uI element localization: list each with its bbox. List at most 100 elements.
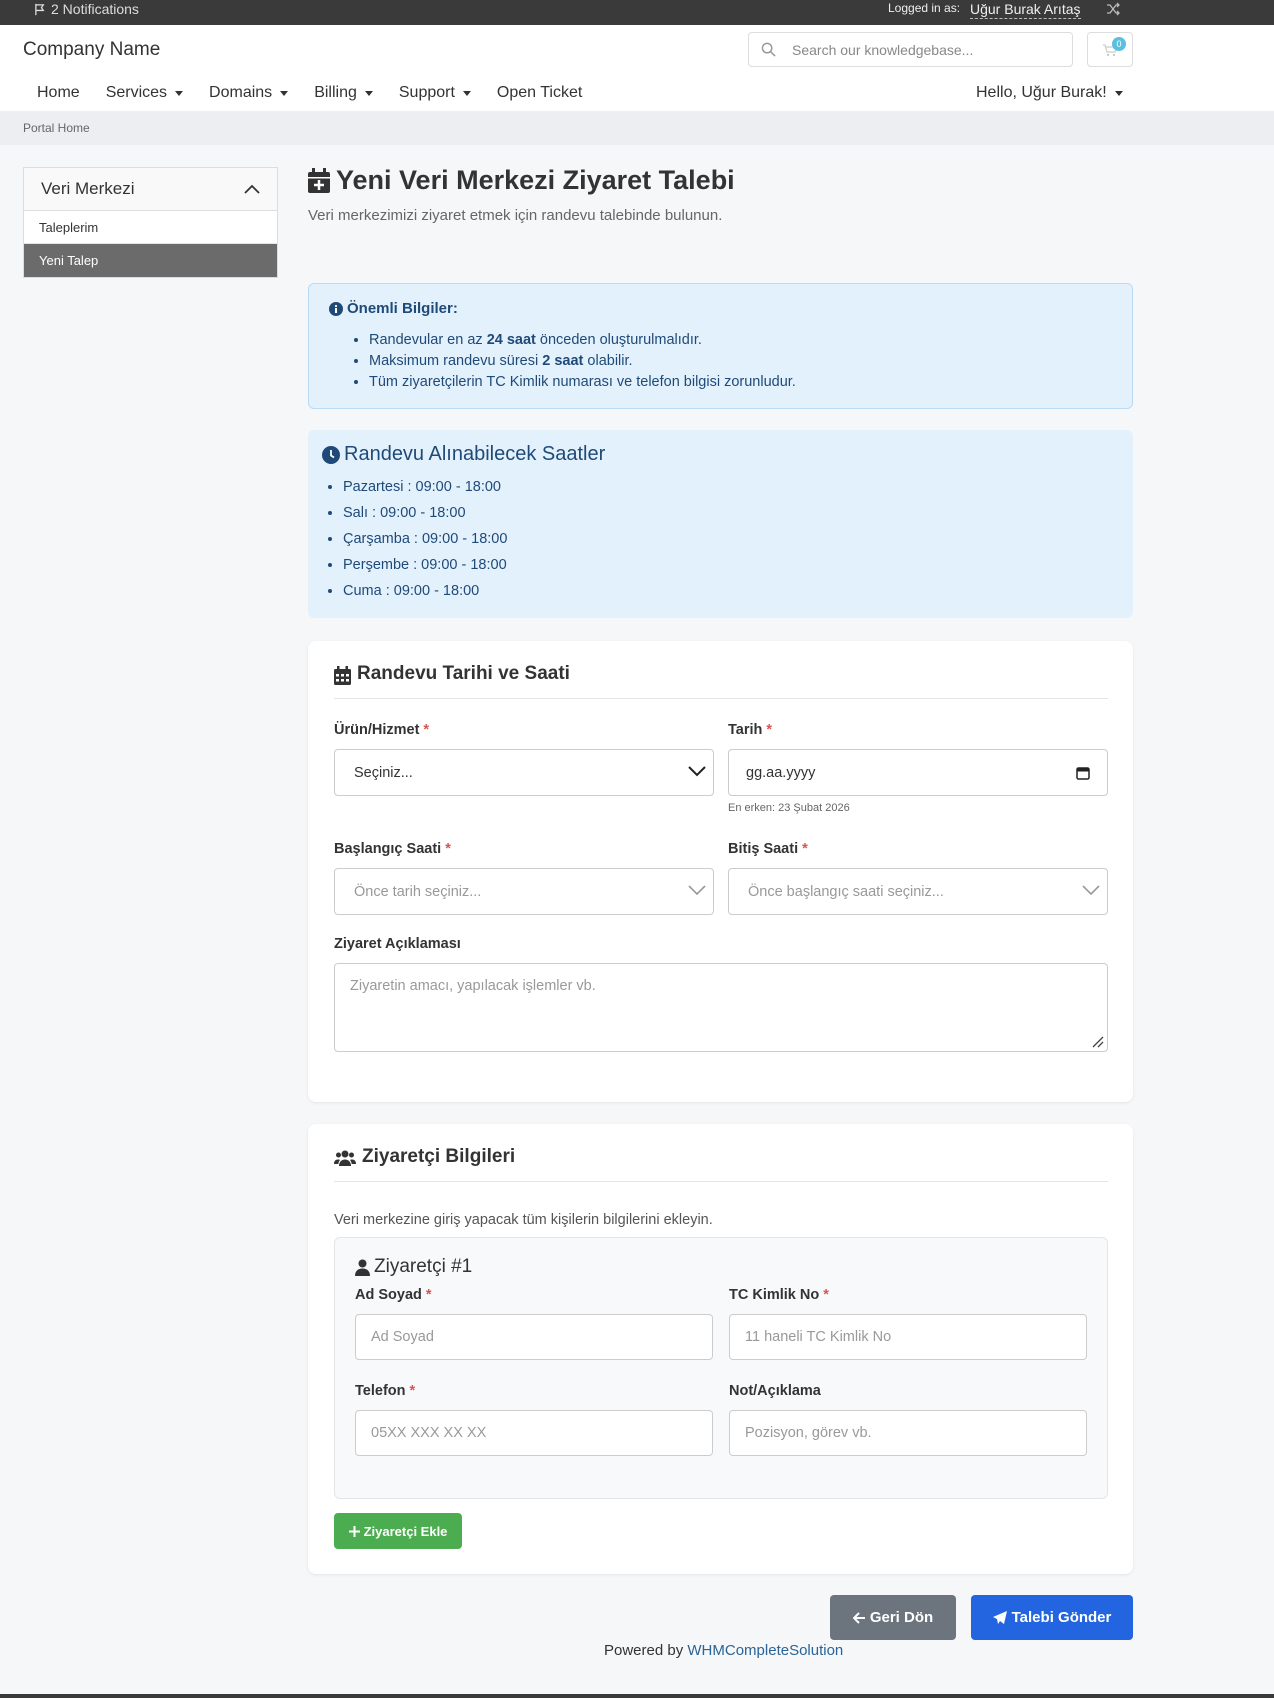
important-info-alert: Önemli Bilgiler: Randevular en az 24 saa… [308,283,1133,409]
visit-description-textarea[interactable]: Ziyaretin amacı, yapılacak işlemler vb. [334,963,1108,1052]
phone-label: Telefon * [355,1383,415,1399]
account-menu[interactable]: Hello, Uğur Burak! [976,81,1123,105]
start-time-label: Başlangıç Saati * [334,841,451,857]
add-visitor-button[interactable]: Ziyaretçi Ekle [334,1513,462,1549]
calendar-picker-icon[interactable] [1076,766,1090,780]
arrow-left-icon [852,1611,865,1624]
brand-logo[interactable]: Company Name [23,39,160,61]
name-input[interactable]: Ad Soyad [355,1314,713,1360]
whmcs-link[interactable]: WHMCompleteSolution [687,1642,843,1659]
return-to-admin-icon[interactable] [1106,2,1120,19]
hours-item: Perşembe : 09:00 - 18:00 [343,552,507,578]
nav-home[interactable]: Home [24,81,93,105]
powered-by-text: Powered by [604,1642,684,1659]
info-text: olabilir. [583,353,633,369]
search-icon[interactable] [761,42,776,57]
start-time-placeholder: Önce tarih seçiniz... [354,883,482,900]
search-input[interactable] [792,41,1052,58]
visitor-title-text: Ziyaretçi #1 [374,1256,473,1277]
tc-input[interactable]: 11 haneli TC Kimlik No [729,1314,1087,1360]
note-placeholder: Pozisyon, görev vb. [745,1425,872,1441]
tc-placeholder: 11 haneli TC Kimlik No [745,1329,892,1345]
visitor-block: Ziyaretçi #1 Ad Soyad * Ad Soyad TC Kimli… [334,1237,1108,1499]
chevron-down-icon [688,766,706,777]
nav-label: Support [398,84,455,101]
required-mark: * [425,1287,432,1303]
sidebar-header[interactable]: Veri Merkezi [24,168,277,211]
available-hours-title: Randevu Alınabilecek Saatler [322,443,605,466]
page-title: Yeni Veri Merkezi Ziyaret Talebi [308,165,735,196]
date-label-text: Tarih [728,722,763,738]
sidebar-item-taleplerim[interactable]: Taleplerim [24,211,277,244]
end-time-label: Bitiş Saati * [728,841,808,857]
info-text: Randevular en az [369,332,487,348]
nav-open-ticket[interactable]: Open Ticket [484,81,595,105]
nav-billing[interactable]: Billing [301,81,386,105]
phone-placeholder: 05XX XXX XX XX [371,1425,487,1441]
date-input-value: gg.aa.yyyy [746,764,816,781]
visitors-intro: Veri merkezine giriş yapacak tüm kişiler… [334,1212,713,1228]
end-time-select[interactable]: Önce başlangıç saati seçiniz... [728,868,1108,915]
date-hint: En erken: 23 Şubat 2026 [728,802,850,814]
note-input[interactable]: Pozisyon, görev vb. [729,1410,1087,1456]
important-info-list: Randevular en az 24 saat önceden oluştur… [369,330,796,393]
available-hours-panel: Randevu Alınabilecek Saatler Pazartesi :… [308,430,1133,618]
page-title-text: Yeni Veri Merkezi Ziyaret Talebi [336,165,735,195]
required-mark: * [766,722,773,738]
sidebar-item-yeni-talep[interactable]: Yeni Talep [24,244,277,277]
breadcrumb-portal-home[interactable]: Portal Home [23,121,90,135]
back-button[interactable]: Geri Dön [830,1595,956,1640]
info-circle-icon [329,301,343,316]
hours-item: Çarşamba : 09:00 - 18:00 [343,526,507,552]
info-text: önceden oluşturulmalıdır. [535,332,702,348]
available-hours-list: Pazartesi : 09:00 - 18:00 Salı : 09:00 -… [343,474,507,604]
caret-down-icon [175,90,184,96]
phone-input[interactable]: 05XX XXX XX XX [355,1410,713,1456]
name-placeholder: Ad Soyad [371,1329,434,1345]
nav-label: Home [37,84,80,101]
important-info-title-text: Önemli Bilgiler: [347,300,458,317]
info-item: Randevular en az 24 saat önceden oluştur… [369,330,796,351]
start-time-select[interactable]: Önce tarih seçiniz... [334,868,714,915]
logged-in-user[interactable]: Uğur Burak Arıtaş [970,0,1081,19]
hours-item: Cuma : 09:00 - 18:00 [343,578,507,604]
top-bar: 2 Notifications Logged in as: Uğur Burak… [0,0,1274,25]
required-mark: * [423,722,430,738]
user-icon [355,1259,370,1276]
bottom-strip [0,1694,1274,1698]
notifications-link[interactable]: 2 Notifications [34,0,139,18]
sidebar-title: Veri Merkezi [41,179,135,198]
info-bold: 2 saat [542,353,584,369]
info-item: Tüm ziyaretçilerin TC Kimlik numarası ve… [369,372,796,393]
hours-item: Salı : 09:00 - 18:00 [343,500,507,526]
end-time-placeholder: Önce başlangıç saati seçiniz... [748,883,944,900]
submit-request-button[interactable]: Talebi Gönder [971,1595,1133,1640]
account-greeting: Hello, Uğur Burak! [976,84,1107,101]
hours-item: Pazartesi : 09:00 - 18:00 [343,474,507,500]
resize-handle-icon[interactable] [1090,1034,1104,1048]
product-select-value: Seçiniz... [354,764,413,781]
chevron-down-icon [1082,885,1100,896]
available-hours-title-text: Randevu Alınabilecek Saatler [344,443,606,465]
logged-in-label: Logged in as: [888,1,961,15]
caret-down-icon [280,90,289,96]
visitors-title-text: Ziyaretçi Bilgileri [362,1146,516,1167]
phone-label-text: Telefon [355,1383,406,1399]
visit-description-placeholder: Ziyaretin amacı, yapılacak işlemler vb. [350,978,596,994]
nav-label: Domains [209,84,273,101]
visitor-title: Ziyaretçi #1 [355,1256,472,1278]
required-mark: * [802,841,808,857]
date-input[interactable]: gg.aa.yyyy [728,749,1108,796]
nav-support[interactable]: Support [386,81,484,105]
chevron-up-icon[interactable] [244,184,260,194]
calendar-icon [334,666,351,685]
sidebar-panel: Veri Merkezi Taleplerim Yeni Talep [23,167,278,278]
product-select[interactable]: Seçiniz... [334,749,714,796]
cart-button[interactable]: 0 [1087,32,1133,67]
nav-domains[interactable]: Domains [196,81,301,105]
start-time-label-text: Başlangıç Saati [334,841,442,857]
nav-services[interactable]: Services [93,81,196,105]
tc-label: TC Kimlik No * [729,1287,829,1303]
product-label: Ürün/Hizmet * [334,722,429,738]
caret-down-icon [1114,90,1123,96]
